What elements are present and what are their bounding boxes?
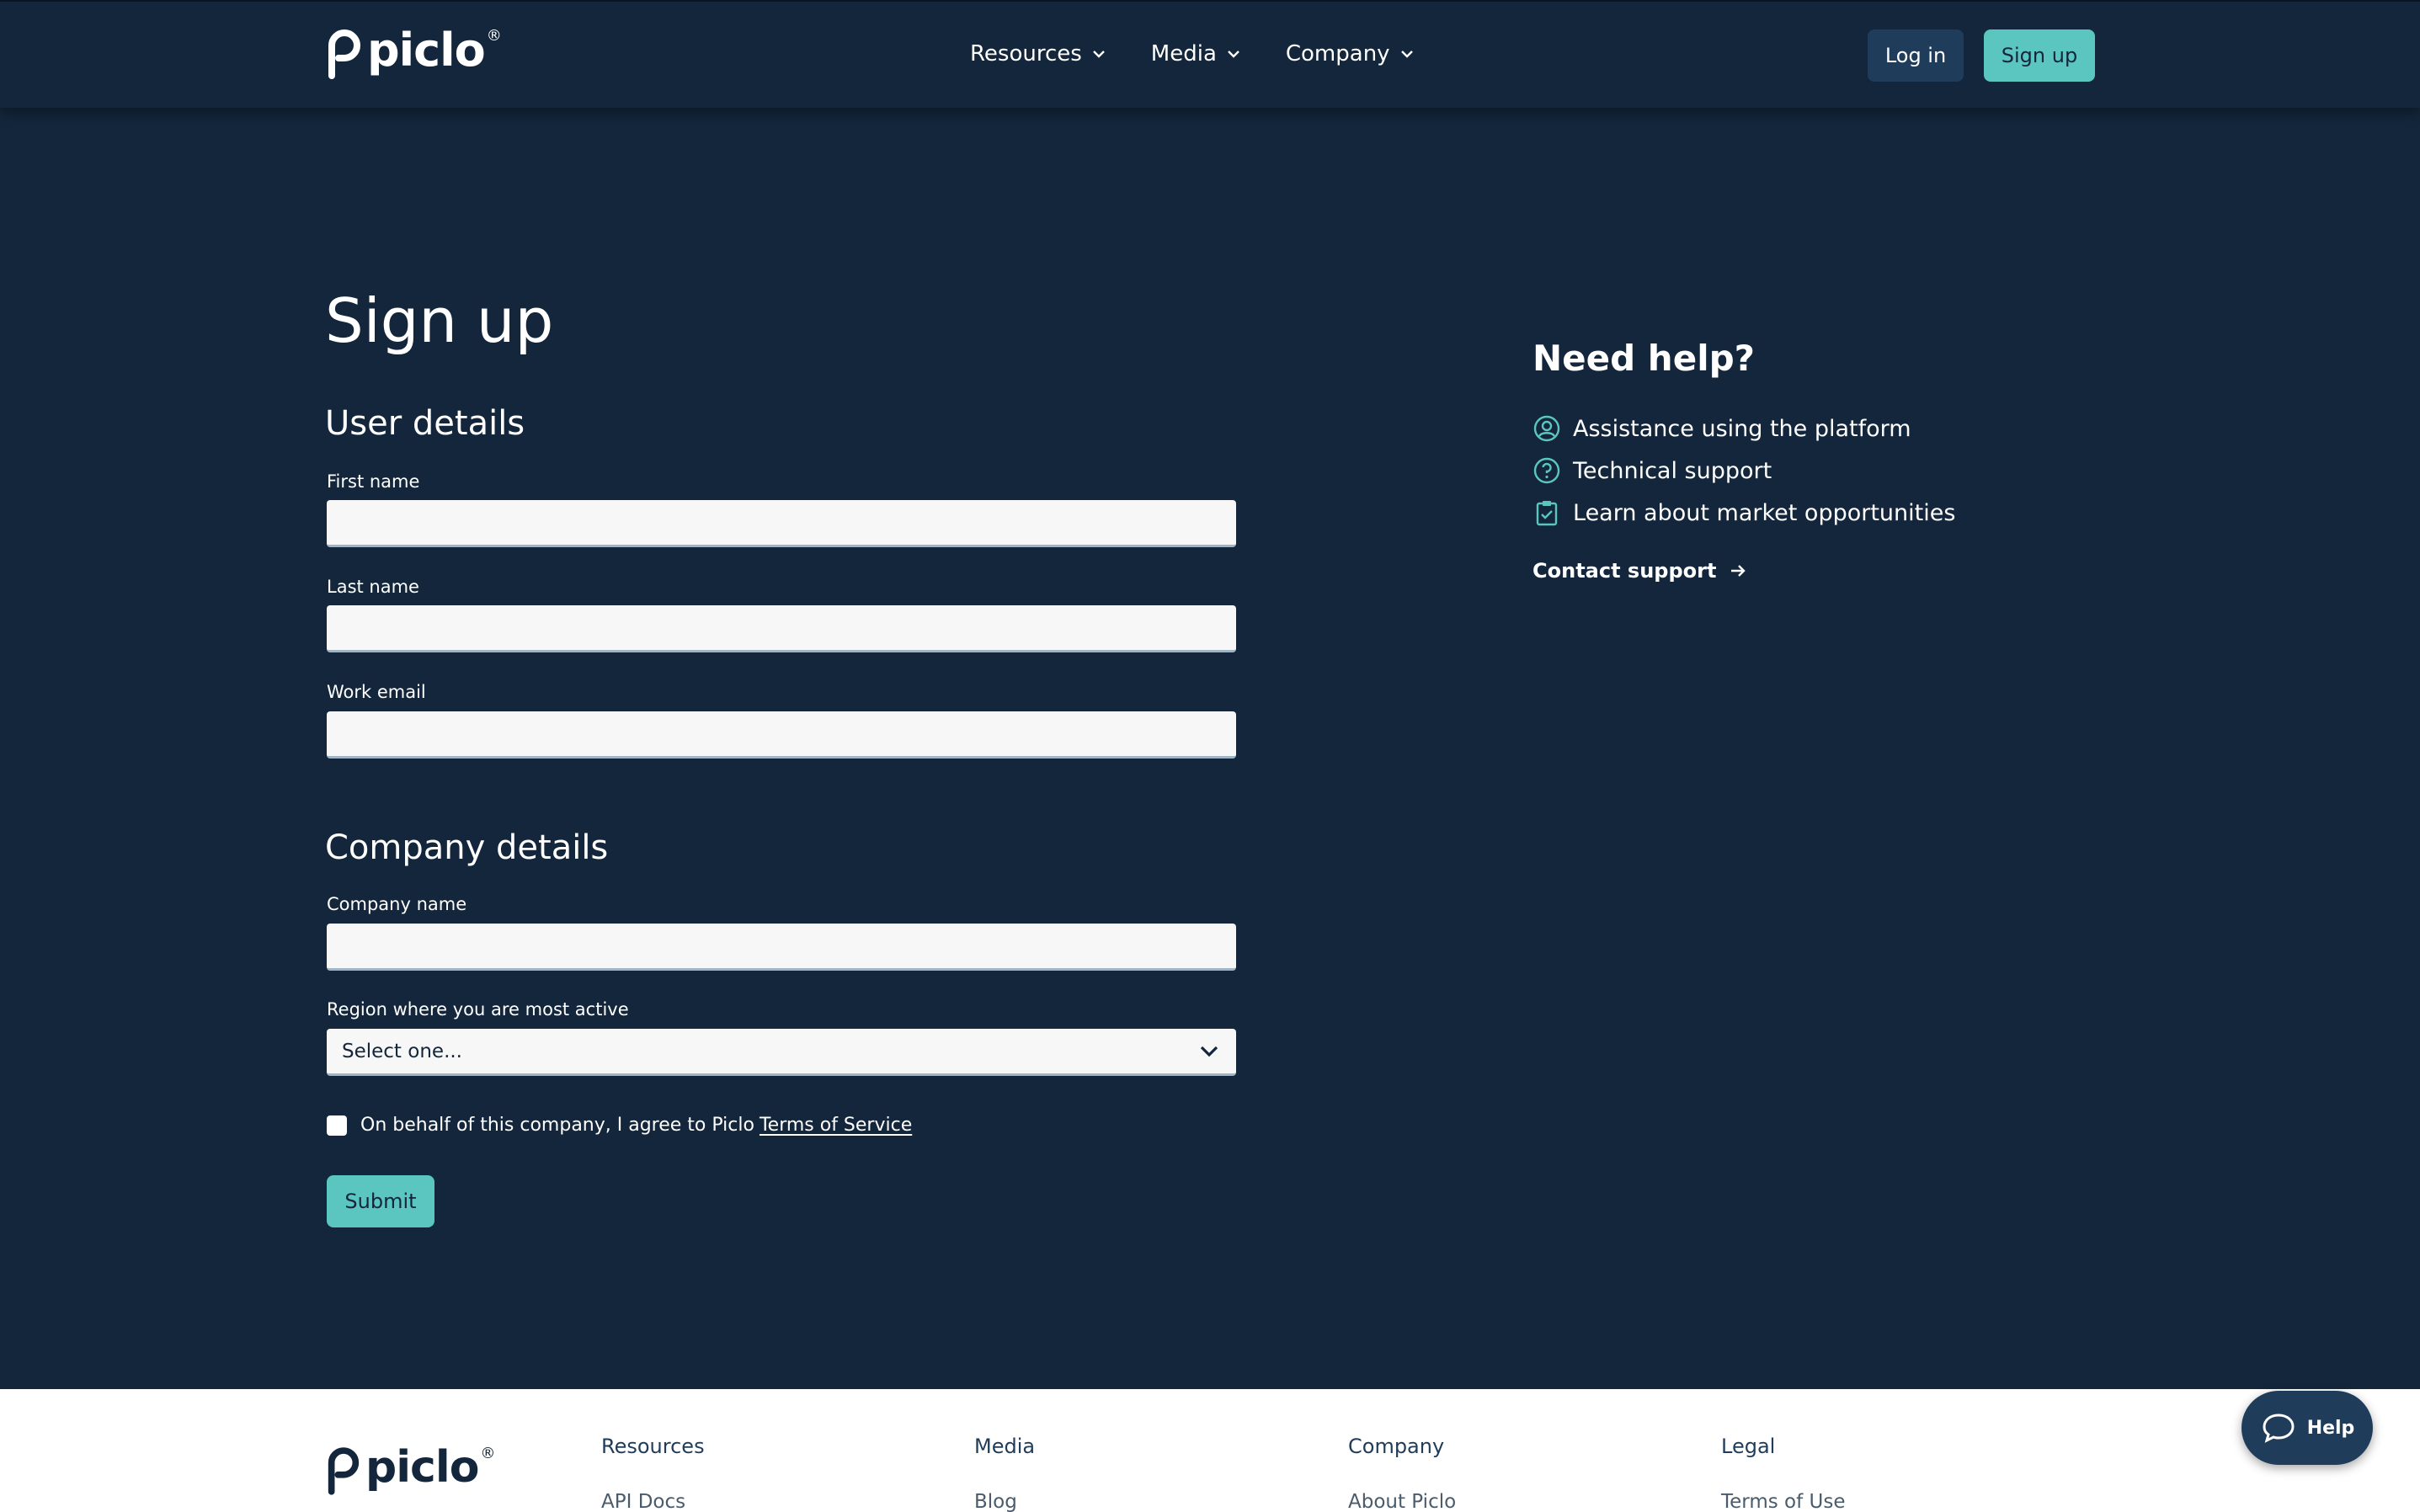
nav-resources[interactable]: Resources	[970, 39, 1107, 69]
help-widget-button[interactable]: Help	[2241, 1391, 2373, 1465]
company-details-heading: Company details	[325, 828, 609, 867]
arrow-right-icon	[1731, 565, 1746, 577]
company-name-input[interactable]	[327, 924, 1236, 971]
site-header: piclo ® Resources Media Company Log in S…	[0, 0, 2420, 108]
footer-column-legal: Legal Terms of Use	[1721, 1433, 1846, 1512]
footer-column-media: Media Blog	[974, 1433, 1035, 1512]
first-name-input[interactable]	[327, 500, 1236, 547]
footer-link[interactable]: API Docs	[601, 1488, 705, 1512]
terms-of-service-link[interactable]: Terms of Service	[760, 1115, 912, 1136]
chat-bubble-icon	[2263, 1414, 2295, 1443]
last-name-label: Last name	[327, 577, 419, 597]
user-circle-icon	[1533, 415, 1560, 442]
footer-logo-wordmark: piclo	[365, 1442, 479, 1493]
site-footer: piclo ® Resources API Docs Media Blog Co…	[0, 1389, 2420, 1512]
footer-column-title: Media	[974, 1435, 1036, 1458]
submit-button[interactable]: Submit	[327, 1175, 434, 1227]
footer-column-title: Company	[1348, 1435, 1445, 1458]
question-circle-icon	[1533, 457, 1560, 484]
contact-support-link[interactable]: Contact support	[1532, 559, 1748, 583]
terms-checkbox[interactable]	[327, 1115, 347, 1136]
piclo-logo-mark-icon	[328, 29, 360, 79]
last-name-input[interactable]	[327, 605, 1236, 652]
help-item-market: Learn about market opportunities	[1532, 492, 1955, 534]
help-item-label: Assistance using the platform	[1573, 415, 1911, 442]
nav-media[interactable]: Media	[1151, 39, 1242, 69]
clipboard-check-icon	[1536, 501, 1558, 526]
login-button[interactable]: Log in	[1868, 29, 1964, 82]
footer-column-company: Company About Piclo	[1348, 1433, 1456, 1512]
signup-button[interactable]: Sign up	[1984, 29, 2095, 82]
nav-resources-label: Resources	[970, 41, 1082, 67]
nav-company-label: Company	[1285, 41, 1390, 67]
help-item-label: Technical support	[1573, 457, 1772, 484]
contact-support-label: Contact support	[1532, 559, 1717, 583]
help-title: Need help?	[1532, 338, 1756, 379]
chevron-down-icon	[1200, 1046, 1218, 1057]
region-label: Region where you are most active	[327, 999, 629, 1020]
terms-agreement: On behalf of this company, I agree to Pi…	[327, 1115, 912, 1136]
terms-agreement-text: On behalf of this company, I agree to Pi…	[360, 1115, 754, 1136]
work-email-label: Work email	[327, 682, 426, 702]
chevron-down-icon	[1092, 51, 1105, 58]
region-select[interactable]: Select one...	[327, 1029, 1236, 1076]
footer-column-resources: Resources API Docs	[601, 1433, 705, 1512]
footer-link[interactable]: About Piclo	[1348, 1488, 1456, 1512]
page-title: Sign up	[325, 285, 554, 356]
footer-logo[interactable]: piclo ®	[325, 1445, 495, 1495]
first-name-label: First name	[327, 471, 420, 492]
company-name-label: Company name	[327, 894, 467, 914]
help-item-label: Learn about market opportunities	[1573, 499, 1956, 526]
footer-column-title: Resources	[601, 1435, 705, 1458]
chevron-down-icon	[1400, 51, 1413, 58]
registered-mark: ®	[480, 1445, 496, 1462]
footer-link[interactable]: Terms of Use	[1721, 1488, 1846, 1512]
chevron-down-icon	[1228, 51, 1239, 58]
piclo-logo[interactable]: piclo ®	[325, 27, 502, 79]
registered-mark: ®	[486, 27, 502, 45]
logo-wordmark: piclo	[367, 24, 486, 77]
nav-company[interactable]: Company	[1286, 39, 1415, 69]
work-email-input[interactable]	[327, 711, 1236, 759]
page: piclo ® Resources Media Company Log in S…	[0, 0, 2420, 1512]
piclo-logo-mark-icon	[328, 1447, 360, 1495]
help-widget-label: Help	[2306, 1417, 2355, 1439]
nav-media-label: Media	[1150, 41, 1217, 67]
help-item-assistance: Assistance using the platform	[1532, 407, 1955, 450]
footer-link[interactable]: Blog	[974, 1488, 1035, 1512]
footer-column-title: Legal	[1721, 1435, 1776, 1458]
help-item-technical: Technical support	[1532, 450, 1955, 492]
region-select-value: Select one...	[342, 1040, 462, 1062]
user-details-heading: User details	[325, 404, 525, 443]
help-list: Assistance using the platform Technical …	[1532, 407, 1955, 534]
main-nav: Resources Media Company	[970, 39, 1459, 69]
